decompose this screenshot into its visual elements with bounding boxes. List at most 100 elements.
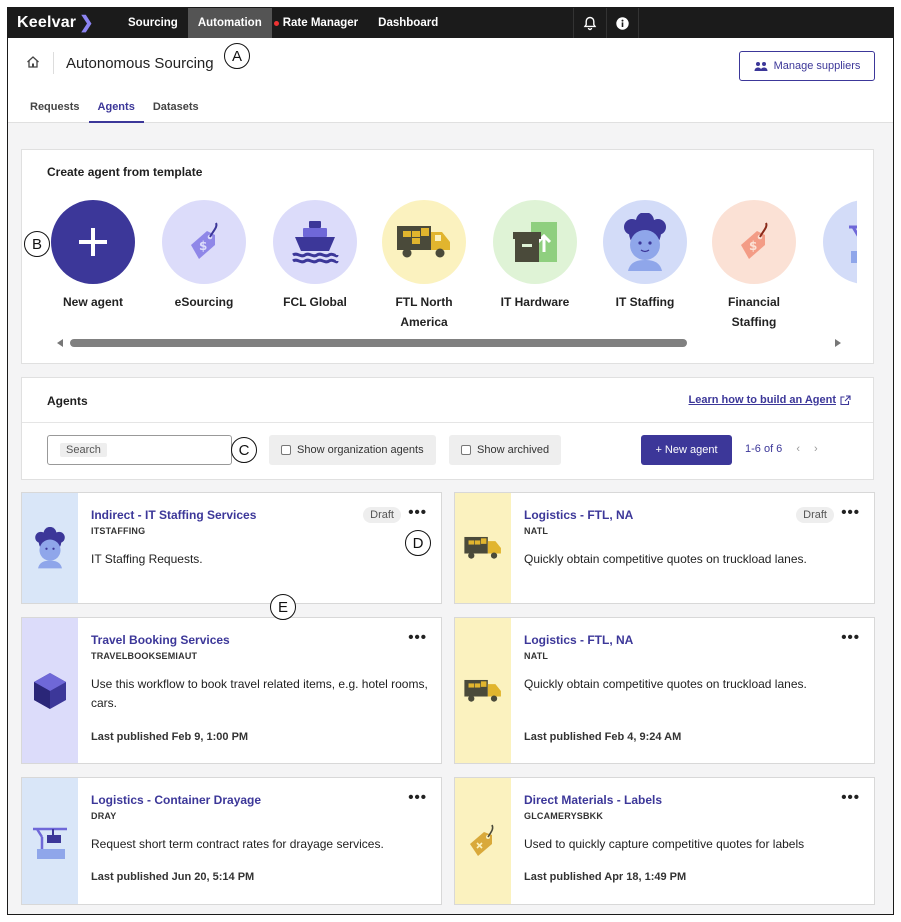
search-placeholder: Search: [60, 443, 107, 457]
agent-code: ITSTAFFING: [91, 526, 146, 536]
crane-icon: [22, 778, 78, 904]
show-organization-agents-checkbox[interactable]: Show organization agents: [269, 435, 436, 465]
template-panel-title: Create agent from template: [47, 165, 203, 179]
cube-icon: [22, 618, 78, 763]
agent-title[interactable]: Indirect - IT Staffing Services: [91, 508, 256, 522]
last-published: Last published Jun 20, 5:14 PM: [91, 871, 255, 883]
agent-code: DRAY: [91, 811, 117, 821]
top-navigation: Keelvar ❯ Sourcing Automation Rate Manage…: [8, 8, 893, 38]
agent-title[interactable]: Logistics - Container Drayage: [91, 793, 261, 807]
agent-card[interactable]: Travel Booking Services TRAVELBOOKSEMIAU…: [21, 617, 442, 764]
agents-panel: Agents Learn how to build an Agent Searc…: [21, 377, 874, 480]
more-options-icon[interactable]: •••: [841, 630, 860, 645]
agent-title[interactable]: Logistics - FTL, NA: [524, 633, 633, 647]
plus-icon: [51, 200, 135, 284]
template-it-hardware[interactable]: IT Hardware: [480, 200, 590, 312]
template-container-drayage[interactable]: CoD: [810, 200, 857, 332]
truck-icon: [382, 200, 466, 284]
checkbox-icon: [461, 445, 471, 455]
agents-title: Agents: [47, 394, 88, 408]
price-tag-icon: $: [712, 200, 796, 284]
template-panel: Create agent from template New agent $ e…: [21, 149, 874, 364]
logo-text: Keelvar: [17, 14, 77, 31]
agent-title[interactable]: Travel Booking Services: [91, 633, 230, 647]
divider: [53, 52, 54, 74]
next-page-icon[interactable]: ›: [814, 443, 818, 455]
callout-d: D: [405, 530, 431, 556]
learn-agent-link[interactable]: Learn how to build an Agent: [689, 394, 851, 406]
agents-panel-header: Agents Learn how to build an Agent: [22, 378, 873, 423]
scroll-right-arrow-icon[interactable]: [835, 339, 841, 347]
last-published: Last published Feb 9, 1:00 PM: [91, 731, 249, 743]
home-icon[interactable]: [26, 55, 40, 74]
checkbox-label: Show archived: [477, 444, 550, 456]
template-esourcing[interactable]: $ eSourcing: [149, 200, 259, 312]
template-fcl-global[interactable]: FCL Global: [260, 200, 370, 312]
nav-sourcing[interactable]: Sourcing: [118, 8, 188, 38]
template-label: Financial Staffing: [699, 292, 809, 332]
tab-requests[interactable]: Requests: [21, 101, 89, 123]
truck-icon: [455, 493, 511, 603]
more-options-icon[interactable]: •••: [408, 790, 427, 805]
template-label-line2: America: [400, 315, 448, 329]
ship-icon: [273, 200, 357, 284]
more-options-icon[interactable]: •••: [408, 505, 427, 520]
template-carousel: New agent $ eSourcing FCL Global FTL Nor…: [22, 200, 857, 335]
more-options-icon[interactable]: •••: [841, 790, 860, 805]
nav-automation[interactable]: Automation: [187, 8, 272, 38]
truck-icon: [455, 618, 511, 763]
template-label: IT Hardware: [500, 295, 570, 309]
bell-icon[interactable]: [573, 8, 606, 38]
tab-agents[interactable]: Agents: [88, 101, 144, 123]
template-label: New agent: [62, 295, 123, 309]
agent-description: Used to quickly capture competitive quot…: [524, 837, 805, 851]
svg-text:$: $: [749, 239, 757, 253]
tab-datasets[interactable]: Datasets: [144, 101, 208, 123]
agent-card[interactable]: Logistics - Container Drayage DRAY Reque…: [21, 777, 442, 905]
more-options-icon[interactable]: •••: [408, 630, 427, 645]
agent-card[interactable]: Logistics - FTL, NA NATL Quickly obtain …: [454, 492, 875, 604]
search-input[interactable]: Search: [47, 435, 232, 465]
template-label: eSourcing: [174, 295, 234, 309]
template-label: FTL North America: [369, 292, 479, 332]
external-link-icon: [840, 394, 851, 405]
last-published: Last published Apr 18, 1:49 PM: [524, 871, 687, 883]
page-header: Autonomous Sourcing Manage suppliers Req…: [8, 38, 893, 123]
template-financial-staffing[interactable]: $ Financial Staffing: [699, 200, 809, 332]
status-badge: Draft: [796, 507, 834, 523]
agent-code: NATL: [524, 651, 549, 661]
template-label-line1: Co: [810, 292, 857, 312]
template-label-line2: D: [810, 312, 857, 332]
scrollbar-thumb[interactable]: [70, 339, 687, 347]
agent-code: TRAVELBOOKSEMIAUT: [91, 651, 198, 661]
agent-title[interactable]: Direct Materials - Labels: [524, 793, 662, 807]
template-label: FCL Global: [283, 295, 347, 309]
manage-suppliers-button[interactable]: Manage suppliers: [739, 51, 875, 81]
agent-card[interactable]: Indirect - IT Staffing Services ITSTAFFI…: [21, 492, 442, 604]
new-agent-button[interactable]: + New agent: [641, 435, 732, 465]
info-icon[interactable]: [606, 8, 639, 38]
agent-card[interactable]: Direct Materials - Labels GLCAMERYSBKK U…: [454, 777, 875, 905]
person-icon: [22, 493, 78, 603]
agent-card[interactable]: Logistics - FTL, NA NATL Quickly obtain …: [454, 617, 875, 764]
nav-rate-manager[interactable]: Rate Manager: [272, 8, 368, 38]
svg-text:$: $: [199, 239, 207, 253]
learn-agent-link-label: Learn how to build an Agent: [688, 394, 836, 406]
person-icon: [603, 200, 687, 284]
keelvar-logo[interactable]: Keelvar ❯: [8, 13, 118, 33]
template-it-staffing[interactable]: IT Staffing: [590, 200, 700, 312]
status-badge: Draft: [363, 507, 401, 523]
more-options-icon[interactable]: •••: [841, 505, 860, 520]
show-archived-checkbox[interactable]: Show archived: [449, 435, 562, 465]
nav-dashboard[interactable]: Dashboard: [368, 8, 448, 38]
crane-icon: [823, 200, 857, 284]
previous-page-icon[interactable]: ‹: [796, 443, 800, 455]
template-ftl-north-america[interactable]: FTL North America: [369, 200, 479, 332]
template-new-agent[interactable]: New agent: [38, 200, 148, 312]
horizontal-scrollbar[interactable]: [57, 339, 843, 347]
agent-description: IT Staffing Requests.: [91, 552, 203, 566]
last-published: Last published Feb 4, 9:24 AM: [524, 731, 682, 743]
manage-suppliers-label: Manage suppliers: [773, 60, 861, 72]
scroll-left-arrow-icon[interactable]: [57, 339, 63, 347]
agent-title[interactable]: Logistics - FTL, NA: [524, 508, 633, 522]
